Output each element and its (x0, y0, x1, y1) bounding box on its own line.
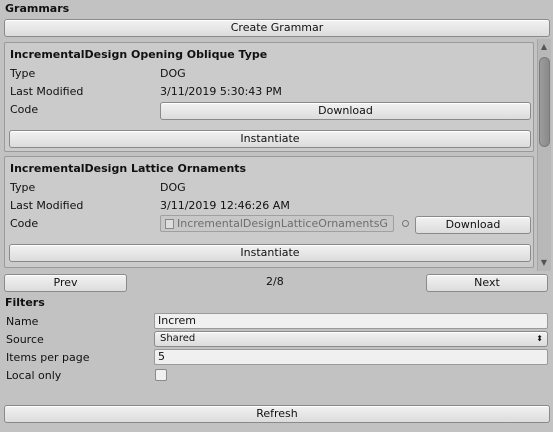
download-button[interactable]: Download (415, 216, 531, 234)
page-indicator: 2/8 (266, 275, 284, 288)
type-value: DOG (160, 67, 186, 80)
prev-button[interactable]: Prev (4, 274, 127, 292)
name-label: Name (6, 315, 39, 328)
source-label: Source (6, 333, 44, 346)
panel-title: Grammars (5, 2, 70, 15)
code-label: Code (10, 217, 39, 230)
filters-title: Filters (5, 296, 45, 309)
updown-arrows-icon: ⬍ (536, 334, 543, 343)
grammar-title: IncrementalDesign Lattice Ornaments (10, 162, 247, 175)
circle-picker-icon[interactable] (402, 220, 409, 227)
local-only-checkbox[interactable] (155, 369, 167, 381)
type-label: Type (10, 181, 36, 194)
code-object-field[interactable]: IncrementalDesignLatticeOrnamentsG (160, 215, 394, 232)
last-modified-value: 3/11/2019 12:46:26 AM (160, 199, 290, 212)
type-value: DOG (160, 181, 186, 194)
refresh-button[interactable]: Refresh (4, 405, 550, 423)
name-input[interactable]: Increm (154, 313, 548, 329)
grammar-title: IncrementalDesign Opening Oblique Type (10, 48, 268, 61)
grammar-card: IncrementalDesign Lattice Ornaments Type… (4, 156, 534, 268)
next-button[interactable]: Next (426, 274, 548, 292)
source-value: Shared (160, 333, 196, 344)
instantiate-button[interactable]: Instantiate (9, 130, 531, 148)
local-only-label: Local only (6, 369, 62, 382)
download-button[interactable]: Download (160, 102, 531, 120)
grammar-card: IncrementalDesign Opening Oblique Type T… (4, 42, 534, 152)
code-object-value: IncrementalDesignLatticeOrnamentsG (177, 217, 388, 230)
last-modified-label: Last Modified (10, 85, 84, 98)
last-modified-value: 3/11/2019 5:30:43 PM (160, 85, 282, 98)
items-per-page-label: Items per page (6, 351, 90, 364)
code-label: Code (10, 103, 39, 116)
triangle-down-icon[interactable]: ▼ (537, 256, 551, 270)
file-icon (165, 219, 174, 229)
source-dropdown[interactable]: Shared ⬍ (154, 331, 548, 347)
triangle-up-icon[interactable]: ▲ (537, 40, 551, 54)
items-per-page-input[interactable]: 5 (154, 349, 548, 365)
scrollbar-thumb[interactable] (539, 57, 550, 147)
last-modified-label: Last Modified (10, 199, 84, 212)
create-grammar-button[interactable]: Create Grammar (4, 19, 550, 37)
instantiate-button[interactable]: Instantiate (9, 244, 531, 262)
type-label: Type (10, 67, 36, 80)
